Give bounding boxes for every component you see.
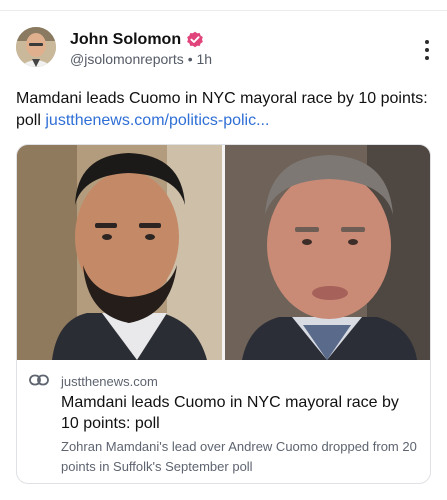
author-name[interactable]: John Solomon <box>70 31 181 49</box>
more-vertical-icon[interactable] <box>423 40 431 60</box>
verified-badge-icon <box>186 31 204 49</box>
link-preview-card[interactable]: justthenews.com Mamdani leads Cuomo in N… <box>16 144 431 484</box>
avatar[interactable] <box>16 27 56 67</box>
avatar-photo <box>16 27 56 67</box>
card-domain: justthenews.com <box>61 374 158 389</box>
post-text: Mamdani leads Cuomo in NYC mayoral race … <box>16 88 431 132</box>
card-description: Zohran Mamdani's lead over Andrew Cuomo … <box>61 439 417 474</box>
card-photo <box>17 145 430 360</box>
meta-separator: • <box>187 51 193 67</box>
post-link[interactable]: justthenews.com/politics-polic... <box>45 112 269 129</box>
card-title[interactable]: Mamdani leads Cuomo in NYC mayoral race … <box>61 392 421 434</box>
author-row: John Solomon <box>70 30 204 50</box>
top-divider <box>0 10 447 11</box>
card-image[interactable] <box>17 145 430 360</box>
post-meta: @jsolomonreports • 1h <box>70 51 212 67</box>
post-header: John Solomon @jsolomonreports • 1h <box>16 27 431 71</box>
link-icon <box>29 373 49 387</box>
author-handle[interactable]: @jsolomonreports <box>70 51 184 67</box>
card-body[interactable]: justthenews.com Mamdani leads Cuomo in N… <box>17 360 430 483</box>
post-time: 1h <box>196 51 213 67</box>
